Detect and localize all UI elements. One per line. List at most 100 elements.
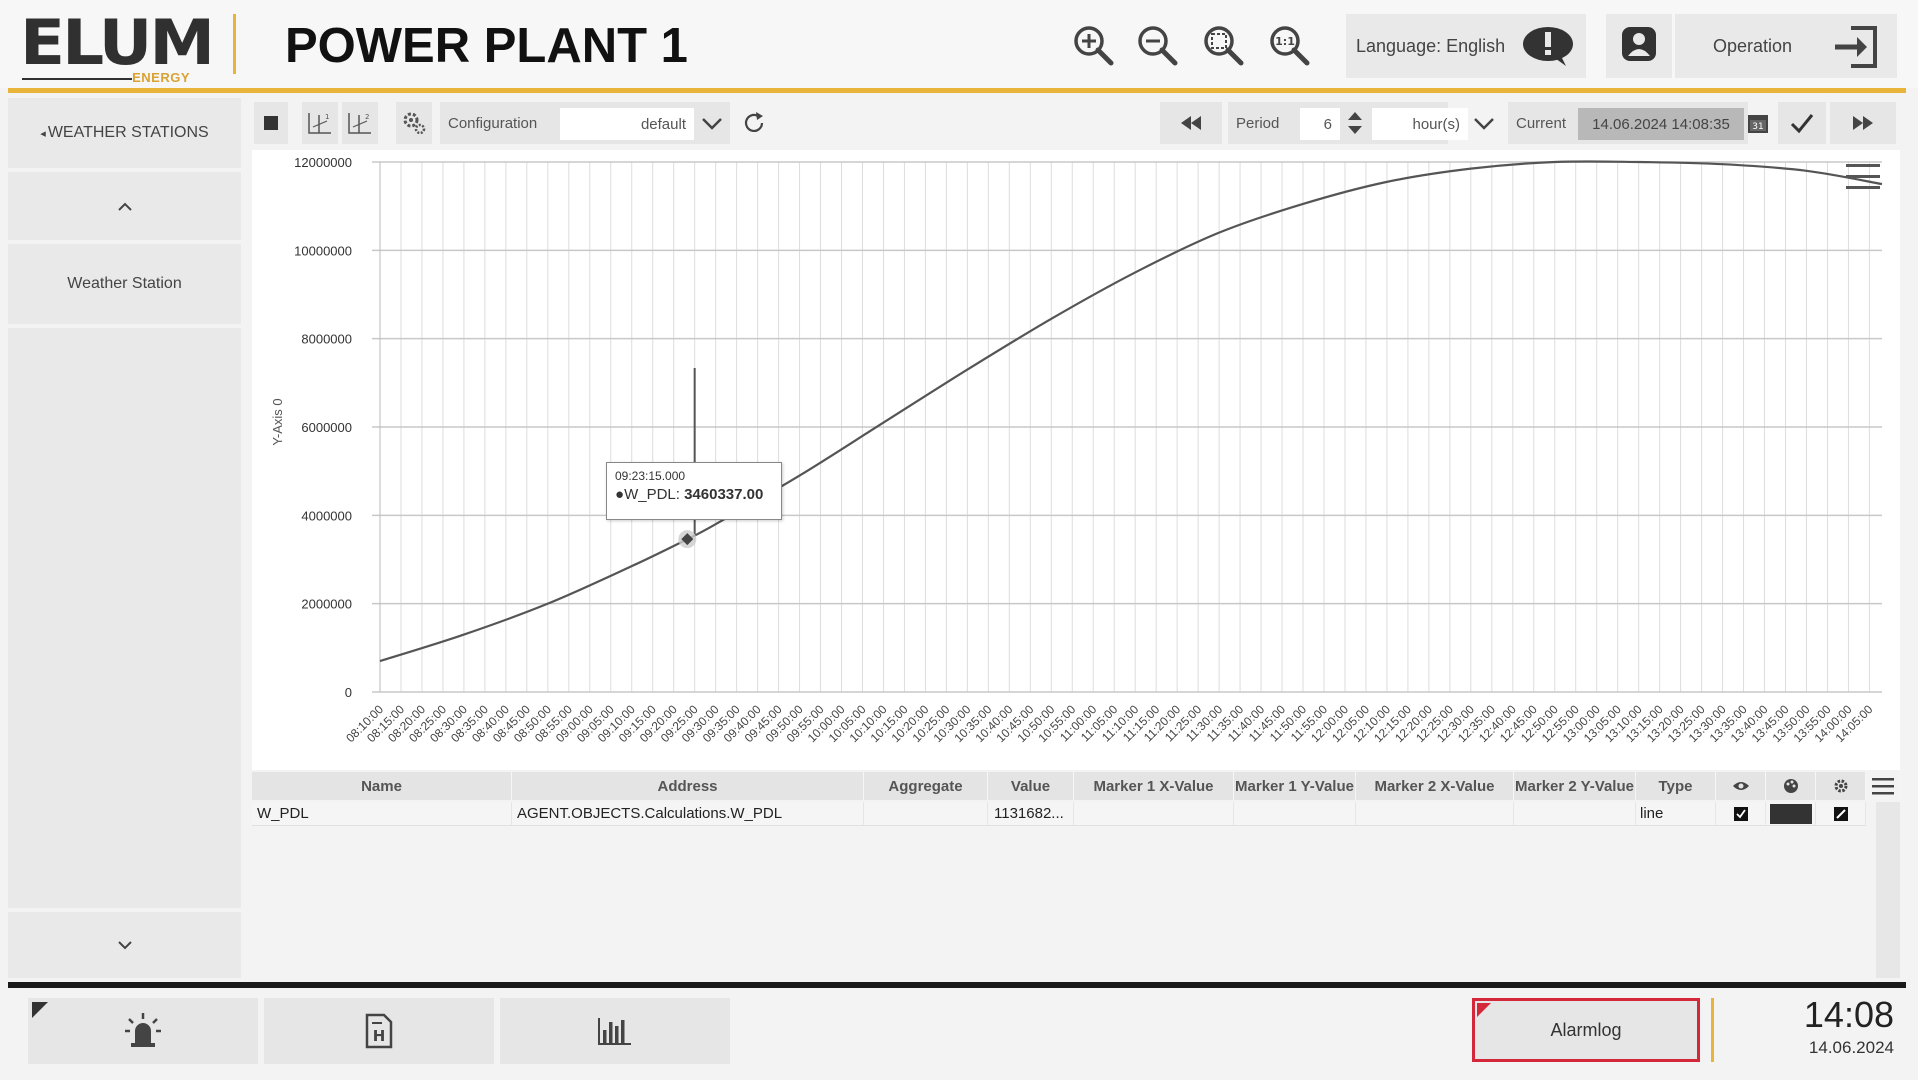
stop-button[interactable] (254, 102, 288, 144)
sidebar-scroll-down-button[interactable] (8, 912, 241, 978)
stop-icon (264, 116, 278, 130)
footer: H Alarmlog 14:08 14.06.2024 (0, 988, 1918, 1080)
current-datetime-field[interactable]: 14.06.2024 14:08:35 (1578, 108, 1744, 140)
sidebar-back-label: WEATHER STATIONS (47, 124, 209, 141)
checkbox-checked-icon[interactable] (1733, 806, 1748, 821)
header: ELUM ENERGY POWER PLANT 1 1:1 Language: … (0, 0, 1918, 88)
column-header-value[interactable]: Value (988, 772, 1074, 800)
header-accent-line (8, 88, 1906, 93)
marker-2-button[interactable]: 2 (342, 102, 378, 144)
logo-underline (22, 78, 132, 80)
chart-marker-1-icon: 1 (308, 113, 331, 134)
column-header-marker2-y[interactable]: Marker 2 Y-Value (1514, 772, 1636, 800)
alarm-beacon-button[interactable] (28, 998, 258, 1064)
footer-accent-separator (1711, 998, 1714, 1062)
y-tick-label: 10000000 (294, 243, 352, 258)
chart-area[interactable]: 0 2000000 4000000 6000000 8000000 10000000 120… (252, 150, 1900, 770)
cell-edit[interactable] (1816, 802, 1866, 826)
series-table: Name Address Aggregate Value Marker 1 X-… (252, 772, 1900, 978)
refresh-button[interactable] (736, 102, 772, 144)
sidebar-scroll-up-button[interactable] (8, 172, 241, 240)
document-h-icon: H (365, 1013, 393, 1049)
cell-name[interactable]: W_PDL (252, 802, 512, 826)
tooltip-value: 3460337.00 (684, 486, 764, 503)
chevron-down-icon (702, 118, 722, 130)
column-header-visibility[interactable] (1716, 772, 1766, 800)
settings-button[interactable] (396, 102, 432, 144)
marker-1-button[interactable]: 1 (302, 102, 338, 144)
column-header-type[interactable]: Type (1636, 772, 1716, 800)
column-header-settings[interactable] (1816, 772, 1866, 800)
configuration-value-field[interactable]: default (560, 108, 694, 140)
line-chart[interactable]: 0 2000000 4000000 6000000 8000000 10000000 120… (252, 150, 1900, 770)
tooltip-time: 09:23:15.000 (615, 469, 686, 483)
period-value-field[interactable]: 6 (1300, 108, 1340, 140)
column-header-marker1-x[interactable]: Marker 1 X-Value (1074, 772, 1234, 800)
logo-subtext: ENERGY (132, 70, 190, 85)
checkmark-icon (1790, 114, 1814, 134)
trend-chart-button[interactable] (500, 998, 730, 1064)
cell-visibility[interactable] (1716, 802, 1766, 826)
sidebar-empty-area (8, 328, 241, 908)
zoom-in-icon[interactable] (1068, 20, 1118, 70)
alarmlog-button[interactable]: Alarmlog (1472, 998, 1700, 1062)
chevron-down-icon (117, 941, 132, 950)
zoom-fit-icon[interactable] (1198, 20, 1248, 70)
calendar-button[interactable]: 31 (1744, 102, 1772, 144)
apply-button[interactable] (1778, 102, 1826, 144)
chevron-down-icon (1474, 118, 1494, 130)
cell-marker2-y[interactable] (1514, 802, 1636, 826)
chart-tooltip: 09:23:15.000 ●W_PDL: 3460337.00 (606, 462, 782, 520)
operation-button[interactable]: Operation (1675, 14, 1897, 78)
history-document-button[interactable]: H (264, 998, 494, 1064)
configuration-dropdown-button[interactable] (696, 102, 728, 144)
cell-type[interactable]: line (1636, 802, 1716, 826)
edit-icon[interactable] (1833, 806, 1848, 821)
cell-address[interactable]: AGENT.OBJECTS.Calculations.W_PDL (512, 802, 864, 826)
step-back-button[interactable] (1160, 102, 1222, 144)
period-label: Period (1236, 114, 1280, 132)
clock-time: 14:08 (1803, 994, 1894, 1035)
cell-color[interactable] (1766, 802, 1816, 826)
column-header-name[interactable]: Name (252, 772, 512, 800)
app-window: ELUM ENERGY POWER PLANT 1 1:1 Language: … (0, 0, 1918, 1080)
chart-menu-button[interactable] (1846, 162, 1880, 192)
column-header-aggregate[interactable]: Aggregate (864, 772, 988, 800)
cell-marker2-x[interactable] (1356, 802, 1514, 826)
refresh-icon (744, 112, 764, 132)
bar-chart-icon (598, 1018, 631, 1045)
column-header-address[interactable]: Address (512, 772, 864, 800)
period-unit-dropdown-button[interactable] (1468, 102, 1500, 144)
caret-left-icon: ◂ (40, 127, 46, 140)
chart-toolbar: 1 2 Configuration default Period 6 hour(… (252, 102, 1900, 148)
color-swatch[interactable] (1769, 803, 1812, 824)
column-header-color[interactable] (1766, 772, 1816, 800)
series-line-W_PDL (379, 160, 1883, 663)
period-stepper[interactable] (1342, 102, 1368, 144)
column-header-marker1-y[interactable]: Marker 1 Y-Value (1234, 772, 1356, 800)
user-lock-button[interactable] (1606, 14, 1672, 78)
alarm-beacon-icon (125, 1013, 161, 1047)
period-unit-field[interactable]: hour(s) (1372, 108, 1468, 140)
language-selector[interactable]: Language: English (1346, 14, 1586, 78)
alarmlog-label: Alarmlog (1550, 1019, 1622, 1040)
sidebar-back-button[interactable]: ◂ WEATHER STATIONS (8, 98, 241, 168)
table-menu-button[interactable] (1866, 772, 1900, 800)
tooltip-series: W_PDL (624, 486, 676, 503)
calendar-day-text: 31 (1752, 122, 1763, 132)
eye-icon (1732, 782, 1749, 790)
user-lock-icon (1619, 24, 1659, 69)
zoom-reset-icon[interactable]: 1:1 (1264, 20, 1314, 70)
column-header-marker2-x[interactable]: Marker 2 X-Value (1356, 772, 1514, 800)
sidebar-item-weather-station[interactable]: Weather Station (8, 244, 241, 324)
chart-marker-2-icon: 2 (348, 113, 371, 134)
step-forward-button[interactable] (1830, 102, 1896, 144)
cell-value[interactable]: 1131682... (988, 802, 1074, 826)
cell-marker1-y[interactable] (1234, 802, 1356, 826)
table-scrollbar[interactable] (1876, 802, 1900, 978)
cell-marker1-x[interactable] (1074, 802, 1234, 826)
y-tick-label: 2000000 (301, 597, 352, 612)
page-title: POWER PLANT 1 (285, 19, 688, 73)
zoom-out-icon[interactable] (1132, 20, 1182, 70)
cell-aggregate[interactable] (864, 802, 988, 826)
